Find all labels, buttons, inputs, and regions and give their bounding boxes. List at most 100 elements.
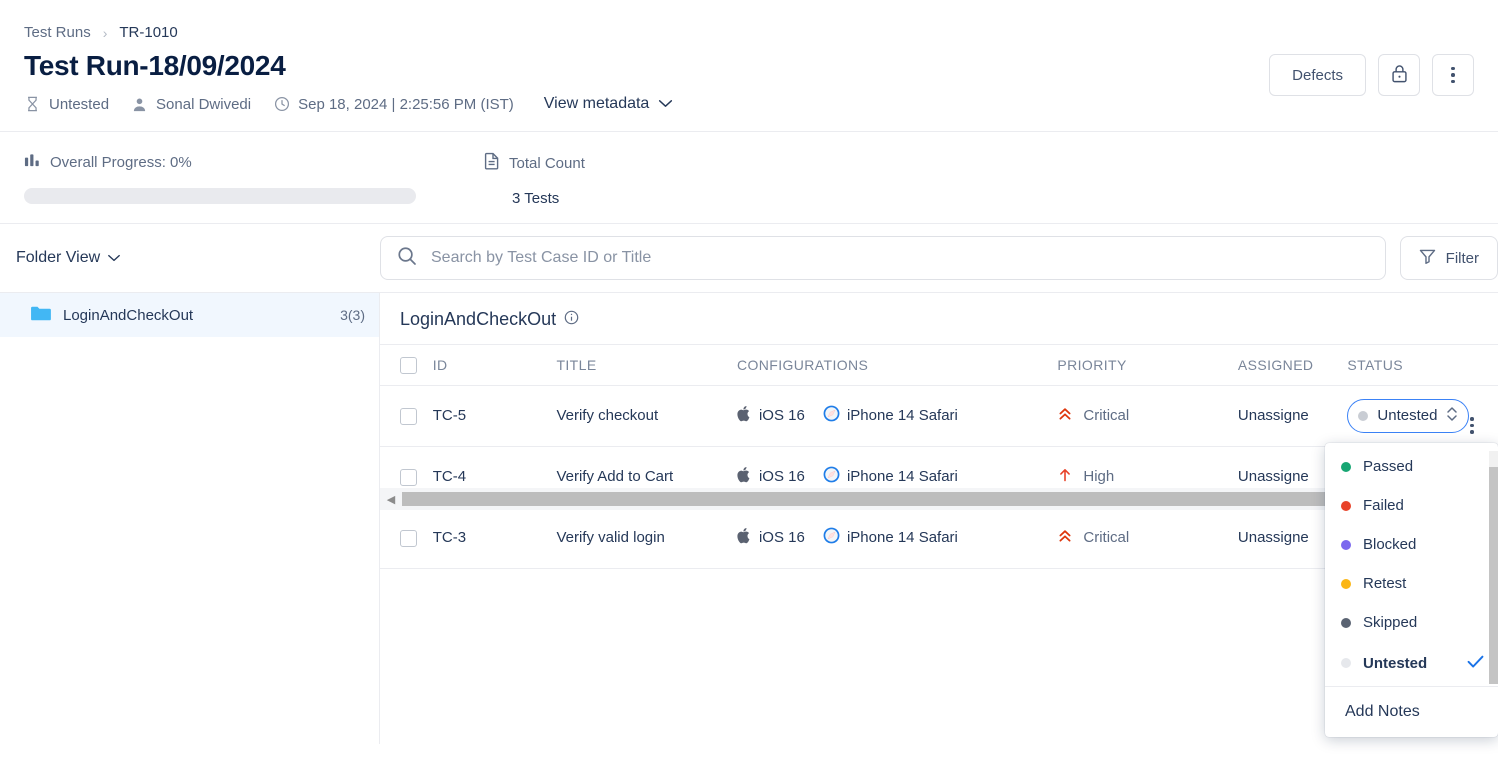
- overall-progress-text: Overall Progress: 0%: [50, 154, 192, 171]
- folder-name: LoginAndCheckOut: [63, 306, 194, 324]
- status-option-label: Untested: [1363, 654, 1428, 672]
- row-title: Verify valid login: [556, 507, 737, 569]
- row-priority: Critical: [1057, 507, 1238, 569]
- table-header-row: ID TITLE CONFIGURATIONS PRIORITY ASSIGNE…: [380, 344, 1498, 386]
- status-option-label: Retest: [1363, 575, 1407, 592]
- status-option-passed[interactable]: Passed: [1325, 447, 1498, 486]
- status-dropdown-trigger[interactable]: Untested: [1347, 398, 1470, 433]
- progress-bar: [24, 188, 416, 204]
- status-option-skipped[interactable]: Skipped: [1325, 603, 1498, 642]
- info-icon[interactable]: [564, 309, 579, 330]
- filter-icon: [1419, 248, 1436, 269]
- view-metadata-label: View metadata: [543, 95, 650, 112]
- breadcrumb-separator-icon: ›: [102, 24, 108, 41]
- chevron-down-icon: [107, 249, 121, 267]
- search-box[interactable]: [380, 236, 1386, 280]
- row-id: TC-5: [432, 385, 557, 447]
- row-select: [380, 385, 433, 447]
- select-all-checkbox[interactable]: [400, 356, 417, 374]
- critical-chevrons-icon: [1057, 406, 1073, 426]
- row-assignee: Unassigne: [1237, 385, 1348, 447]
- row-checkbox[interactable]: [400, 407, 417, 425]
- config-os-label: iOS 16: [758, 468, 805, 486]
- row-select: [380, 507, 433, 569]
- clock-icon: [273, 96, 290, 113]
- priority-cell: High: [1057, 467, 1114, 487]
- priority-cell: Critical: [1057, 528, 1129, 548]
- view-metadata-toggle[interactable]: View metadata: [544, 95, 674, 113]
- folder-view-label: Folder View: [16, 249, 101, 266]
- config-browser-label: iPhone 14 Safari: [846, 468, 958, 486]
- chevron-down-icon: [658, 95, 673, 113]
- search-input[interactable]: [429, 248, 1369, 268]
- priority-label: Critical: [1083, 529, 1130, 547]
- header-status[interactable]: STATUS: [1347, 344, 1498, 386]
- check-icon: [1467, 653, 1484, 673]
- header-assignee[interactable]: ASSIGNED: [1237, 344, 1348, 386]
- status-value: Untested: [1377, 407, 1438, 425]
- apple-icon: [737, 466, 752, 487]
- status-dot-retest: [1341, 578, 1351, 589]
- kebab-menu-icon: [1470, 417, 1474, 434]
- content-folder-title-label: LoginAndCheckOut: [400, 309, 557, 329]
- status-option-label: Blocked: [1363, 536, 1417, 553]
- status-dot-failed: [1341, 500, 1351, 511]
- config-os-label: iOS 16: [758, 407, 805, 425]
- config-os-label: iOS 16: [758, 529, 805, 547]
- row-priority: Critical: [1057, 385, 1238, 447]
- stats-section: Overall Progress: 0% Total Count 3 Tests: [0, 132, 1498, 223]
- breadcrumb-test-runs[interactable]: Test Runs: [24, 24, 91, 41]
- header-priority[interactable]: PRIORITY: [1057, 344, 1238, 386]
- more-options-button[interactable]: [1432, 54, 1474, 96]
- defects-button[interactable]: Defects: [1269, 54, 1366, 96]
- priority-label: Critical: [1083, 407, 1130, 425]
- config-browser-label: iPhone 14 Safari: [846, 529, 958, 547]
- lock-icon: [1391, 64, 1408, 86]
- row-id: TC-3: [432, 507, 557, 569]
- lock-button[interactable]: [1378, 54, 1420, 96]
- toolbar: Folder View Filter: [0, 224, 1498, 292]
- apple-icon: [737, 405, 752, 426]
- priority-cell: Critical: [1057, 406, 1129, 426]
- status-option-blocked[interactable]: Blocked: [1325, 525, 1498, 564]
- status-option-untested[interactable]: Untested: [1325, 642, 1498, 684]
- safari-icon: [823, 405, 840, 426]
- chevron-up-down-icon: [1446, 405, 1458, 427]
- filter-button[interactable]: Filter: [1399, 236, 1498, 280]
- scroll-left-arrow-icon[interactable]: ◀: [380, 493, 402, 506]
- dropdown-scrollbar[interactable]: [1489, 451, 1498, 684]
- config-browser: iPhone 14 Safari: [823, 527, 958, 548]
- table-row[interactable]: TC-5 Verify checkout iOS 16 iPhone 14 Sa…: [380, 385, 1498, 447]
- overall-progress-label-row: Overall Progress: 0%: [24, 152, 474, 173]
- config-os: iOS 16: [737, 466, 805, 487]
- safari-icon: [823, 527, 840, 548]
- header-id[interactable]: ID: [432, 344, 557, 386]
- run-date: Sep 18, 2024 | 2:25:56 PM (IST): [273, 96, 514, 113]
- page-title: Test Run-18/09/2024: [24, 50, 286, 81]
- breadcrumb-current[interactable]: TR-1010: [119, 24, 177, 41]
- status-dot: [1358, 410, 1369, 421]
- row-checkbox[interactable]: [400, 529, 417, 547]
- status-option-label: Skipped: [1363, 614, 1418, 631]
- add-notes-button[interactable]: Add Notes: [1325, 689, 1498, 737]
- dropdown-scroll-thumb[interactable]: [1489, 467, 1498, 684]
- row-title: Verify checkout: [556, 385, 737, 447]
- row-actions-button[interactable]: [1470, 417, 1474, 434]
- folder-view-dropdown[interactable]: Folder View: [0, 249, 380, 267]
- kebab-menu-icon: [1451, 66, 1455, 84]
- row-checkbox[interactable]: [400, 468, 417, 486]
- folder-count: 3(3): [340, 307, 365, 323]
- status-option-failed[interactable]: Failed: [1325, 486, 1498, 525]
- search-wrapper: [380, 236, 1400, 280]
- status-option-label: Passed: [1363, 458, 1414, 475]
- body-split: LoginAndCheckOut 3(3) LoginAndCheckOut I…: [0, 292, 1498, 744]
- total-count-label-row: Total Count: [484, 152, 585, 174]
- row-status: Untested: [1347, 385, 1498, 447]
- header-meta-row: Untested Sonal Dwivedi Sep 18, 2024 | 2:…: [24, 95, 1474, 113]
- sidebar-item-loginandcheckout[interactable]: LoginAndCheckOut 3(3): [0, 293, 379, 337]
- header-actions: Defects: [1269, 54, 1474, 96]
- header-title[interactable]: TITLE: [556, 344, 737, 386]
- status-option-list: Passed Failed Blocked Retest Skipped Unt…: [1325, 447, 1498, 684]
- header-configurations[interactable]: CONFIGURATIONS: [736, 344, 1058, 386]
- status-option-retest[interactable]: Retest: [1325, 564, 1498, 603]
